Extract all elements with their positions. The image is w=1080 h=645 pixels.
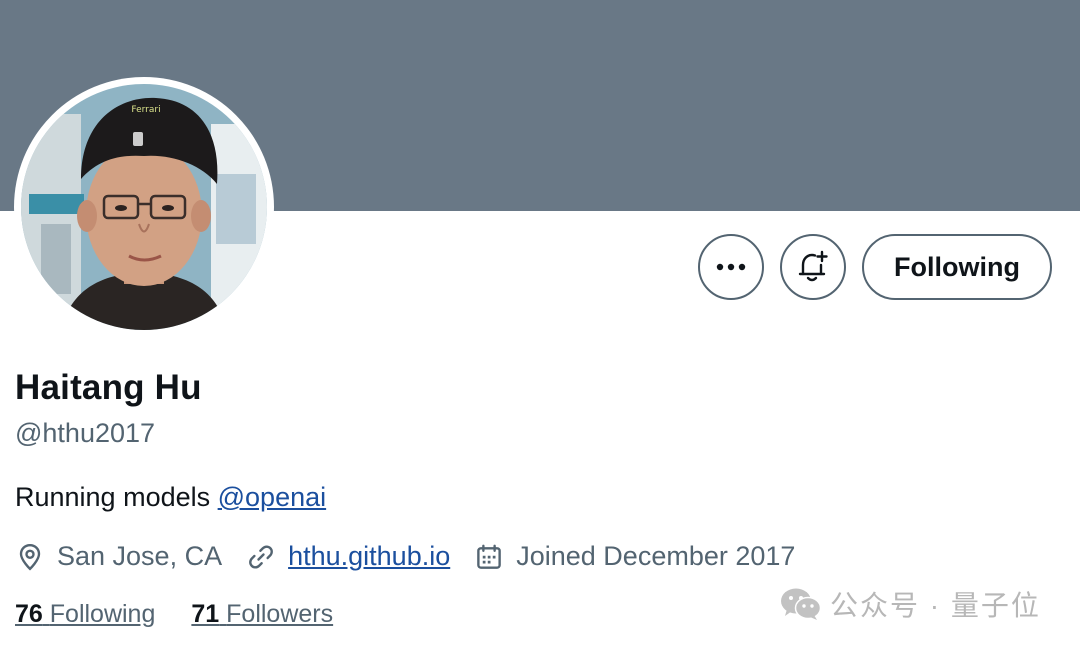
svg-text:Ferrari: Ferrari [131, 105, 160, 115]
bio-text: Running models [15, 482, 218, 512]
ellipsis-icon [716, 263, 746, 271]
link-icon [249, 544, 274, 569]
following-stat-link[interactable]: 76 Following [15, 600, 155, 629]
display-name: Haitang Hu [15, 368, 202, 407]
profile-actions: Following [698, 234, 1052, 300]
following-button[interactable]: Following [862, 234, 1052, 300]
wechat-icon [781, 588, 822, 620]
joined-text: Joined December 2017 [516, 541, 796, 571]
avatar[interactable]: Ferrari [14, 77, 274, 337]
watermark: 公众号 · 量子位 [780, 584, 1041, 624]
watermark-text: 公众号 · 量子位 [830, 590, 1041, 621]
more-button[interactable] [698, 234, 765, 300]
joined-item: Joined December 2017 [474, 541, 795, 572]
avatar-photo: Ferrari [21, 84, 267, 330]
followers-label: Followers [226, 600, 334, 628]
followers-count: 71 [191, 600, 220, 628]
location-item: San Jose, CA [15, 541, 222, 572]
follow-stats: 76 Following 71 Followers [15, 600, 369, 629]
location-pin-icon [19, 543, 41, 571]
website-item: hthu.github.io [246, 541, 450, 572]
followers-stat-link[interactable]: 71 Followers [191, 600, 333, 629]
profile-meta: San Jose, CA hthu.github.io Joined Decem… [15, 541, 819, 572]
calendar-icon [477, 544, 502, 569]
bio-mention-link[interactable]: @openai [218, 482, 327, 512]
following-label: Following [49, 600, 156, 628]
location-text: San Jose, CA [57, 541, 223, 571]
following-count: 76 [15, 600, 43, 628]
website-link[interactable]: hthu.github.io [288, 541, 450, 572]
notify-button[interactable] [780, 234, 847, 300]
user-handle: @hthu2017 [15, 418, 156, 448]
bell-plus-icon [798, 250, 828, 282]
bio: Running models @openai [15, 482, 326, 513]
